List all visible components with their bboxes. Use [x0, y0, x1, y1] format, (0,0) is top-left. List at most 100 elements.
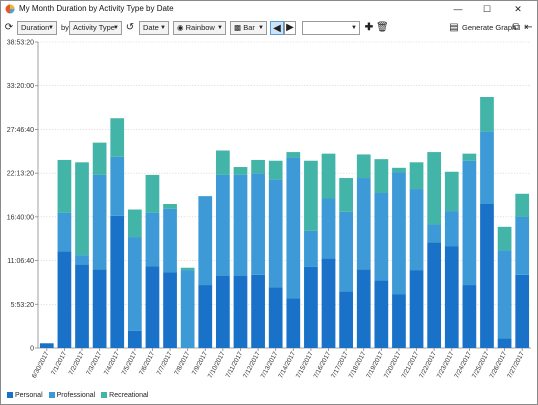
bar-segment	[216, 150, 230, 175]
chart-type-value: Bar	[243, 23, 255, 32]
stacked-bar-chart: 0 5:53:20 11:06:40 16:40:00 22:13:20 27:46:40…	[7, 40, 531, 379]
chart-legend: Personal Professional Recreational	[7, 390, 154, 402]
legend-item: Professional	[48, 391, 96, 399]
legend-item: Personal	[7, 391, 43, 399]
bar-segment	[444, 171, 459, 212]
filter-dropdown[interactable]: ▼	[302, 21, 360, 35]
x-tick-label: 7/27/2017	[506, 350, 526, 379]
x-tick-label: 6/30/2017	[31, 350, 51, 379]
delete-icon[interactable]: 🗑	[376, 21, 389, 35]
swap-axes-icon[interactable]: ↺	[124, 21, 136, 35]
chevron-down-icon: ▼	[160, 25, 166, 31]
bar-segment	[392, 294, 406, 348]
bar-segment	[321, 258, 336, 348]
group-value: Activity Type	[73, 23, 115, 32]
bar-segment	[462, 153, 477, 161]
bar-segment	[286, 152, 301, 158]
bar-segment	[75, 264, 89, 348]
bar-segment	[427, 224, 442, 243]
bar-segment	[304, 266, 318, 348]
bar-segment	[233, 167, 248, 175]
x-tick-label: 7/9/2017	[191, 350, 209, 376]
legend-swatch	[7, 391, 13, 398]
y-tick-label: 38:53:20	[7, 40, 34, 47]
bar-segment	[286, 157, 301, 299]
bar-segment	[233, 174, 248, 276]
bar-segment	[339, 211, 353, 292]
bar-segment	[127, 209, 142, 238]
generate-graph-icon[interactable]: ▤	[448, 21, 460, 35]
bar-segment	[163, 272, 177, 348]
chevron-down-icon: ▼	[113, 25, 119, 31]
x-tick-label: 7/19/2017	[365, 350, 385, 379]
x-tick-label: 7/5/2017	[121, 350, 139, 376]
legend-swatch	[48, 391, 55, 398]
bar-segment	[374, 192, 389, 281]
x-tick-label: 7/2/2017	[68, 350, 86, 376]
bar-segment	[57, 251, 72, 348]
bar-segment	[110, 118, 125, 157]
add-icon[interactable]: ✚	[363, 21, 375, 35]
y-tick-label: 33:20:00	[7, 83, 34, 90]
title-bar: My Month Duration by Activity Type by Da…	[1, 1, 537, 17]
bar-segment	[57, 159, 72, 213]
refresh-icon[interactable]: ⟳	[3, 21, 15, 35]
bar-segment	[163, 204, 177, 209]
bar-segment	[57, 212, 72, 252]
copy-icon[interactable]: ⧉	[511, 21, 522, 35]
bar-segment	[356, 178, 371, 270]
bar-segment	[268, 287, 283, 348]
generate-graph-button[interactable]: Generate Graph	[462, 21, 516, 35]
bar-segment	[75, 162, 89, 256]
group-dropdown[interactable]: Activity Type ▼	[69, 21, 122, 35]
bar-segment	[286, 298, 301, 348]
export-icon[interactable]: ⇤	[523, 21, 534, 35]
x-tick-label: 7/15/2017	[295, 350, 315, 379]
bar-segment	[374, 280, 389, 348]
stacked-right-icon[interactable]: ▶	[284, 21, 296, 35]
x-tick-label: 7/23/2017	[436, 350, 456, 379]
bar-segment	[321, 153, 336, 199]
axis-dropdown[interactable]: Date ▼	[139, 21, 169, 35]
bar-segment	[515, 274, 530, 348]
bar-segment	[497, 338, 512, 348]
chart-type-dropdown[interactable]: ▩ Bar ▼	[230, 21, 267, 35]
y-tick-label: 16:40:00	[7, 214, 34, 221]
y-tick-label: 27:46:40	[7, 127, 34, 134]
bar-segment	[92, 269, 107, 348]
x-tick-label: 7/17/2017	[330, 350, 350, 379]
stacked-left-icon[interactable]: ◀	[270, 21, 284, 35]
x-tick-label: 7/6/2017	[138, 350, 156, 376]
bar-segment	[444, 246, 459, 348]
bar-segment	[92, 142, 107, 175]
bar-segment	[409, 270, 424, 348]
legend-label: Professional	[56, 392, 96, 399]
close-button[interactable]: ✕	[505, 1, 531, 17]
palette-dropdown[interactable]: ◉ Rainbow ▼	[173, 21, 226, 35]
minimize-button[interactable]: —	[445, 1, 471, 17]
y-tick-label: 0	[30, 346, 34, 353]
bar-segment	[216, 174, 230, 276]
bar-segment	[145, 212, 160, 267]
chevron-down-icon: ▼	[48, 25, 54, 31]
maximize-button[interactable]: ☐	[474, 1, 500, 17]
bar-segment	[198, 196, 213, 286]
bar-segment	[251, 173, 265, 275]
bar-segment	[409, 189, 424, 271]
bar-segment	[39, 343, 54, 348]
bar-segment	[339, 178, 353, 212]
x-tick-label: 7/14/2017	[277, 350, 297, 379]
bar-segment	[374, 159, 389, 193]
x-tick-label: 7/3/2017	[85, 350, 103, 376]
bar-segment	[127, 237, 142, 331]
y-tick-label: 11:06:40	[7, 258, 34, 265]
x-tick-label: 7/18/2017	[348, 350, 368, 379]
bar-chart-icon: ▩	[234, 23, 242, 32]
measure-dropdown[interactable]: Duration ▼	[17, 21, 57, 35]
bar-segment	[462, 285, 477, 348]
window-title: My Month Duration by Activity Type by Da…	[19, 4, 174, 13]
x-tick-label: 7/4/2017	[103, 350, 121, 376]
bar-segment	[480, 204, 494, 348]
bar-segment	[163, 208, 177, 273]
bar-segment	[339, 291, 353, 348]
